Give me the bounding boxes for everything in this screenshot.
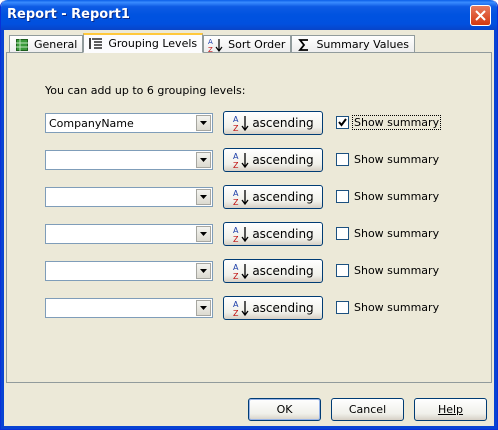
sort-direction-label: ascending — [252, 301, 314, 315]
checkbox-box[interactable] — [336, 301, 349, 314]
report-dialog: Report - Report1 General Grouping Levels… — [0, 0, 498, 430]
chevron-down-icon[interactable] — [196, 115, 211, 131]
window-border-left — [1, 30, 4, 429]
grouping-level-row: CompanyName AZ ascending Show summary — [45, 111, 485, 135]
svg-text:Z: Z — [233, 235, 239, 243]
show-summary-checkbox[interactable]: Show summary — [336, 153, 440, 166]
sigma-icon — [296, 38, 312, 52]
sort-direction-button[interactable]: AZ ascending — [223, 185, 323, 209]
show-summary-label: Show summary — [354, 227, 440, 240]
sort-direction-button[interactable]: AZ ascending — [223, 111, 323, 135]
help-button-label: Help — [437, 403, 464, 416]
svg-text:A: A — [233, 189, 239, 198]
chevron-down-icon[interactable] — [196, 263, 211, 279]
show-summary-label: Show summary — [354, 153, 440, 166]
checkmark-icon — [338, 118, 347, 127]
svg-text:Z: Z — [233, 198, 239, 206]
grouping-level-row: AZ ascending Show summary — [45, 222, 485, 246]
grouping-level-row: AZ ascending Show summary — [45, 185, 485, 209]
grouping-field-value: CompanyName — [49, 117, 134, 130]
sort-direction-button[interactable]: AZ ascending — [223, 259, 323, 283]
show-summary-checkbox[interactable]: Show summary — [336, 264, 440, 277]
chevron-down-icon[interactable] — [196, 300, 211, 316]
tab-summary-values-label: Summary Values — [316, 38, 410, 51]
sort-direction-label: ascending — [252, 190, 314, 204]
table-icon — [14, 38, 30, 52]
close-icon — [475, 10, 486, 21]
grouping-icon — [88, 37, 104, 51]
tab-sort-order-label: Sort Order — [228, 38, 286, 51]
grouping-field-combo[interactable]: CompanyName — [45, 113, 213, 133]
window-border-right — [494, 30, 497, 429]
grouping-field-combo[interactable] — [45, 261, 213, 281]
grouping-field-combo[interactable] — [45, 150, 213, 170]
chevron-down-icon[interactable] — [196, 189, 211, 205]
sort-direction-button[interactable]: AZ ascending — [223, 222, 323, 246]
show-summary-label: Show summary — [354, 190, 440, 203]
show-summary-checkbox[interactable]: Show summary — [336, 301, 440, 314]
grouping-level-row: AZ ascending Show summary — [45, 296, 485, 320]
sort-az-icon: AZ — [233, 263, 249, 280]
svg-text:Z: Z — [233, 124, 239, 132]
sort-direction-button[interactable]: AZ ascending — [223, 148, 323, 172]
show-summary-checkbox[interactable]: Show summary — [336, 227, 440, 240]
ok-button[interactable]: OK — [248, 398, 321, 421]
checkbox-box[interactable] — [336, 227, 349, 240]
grouping-field-combo[interactable] — [45, 298, 213, 318]
tab-grouping-levels[interactable]: Grouping Levels — [83, 33, 204, 53]
show-summary-label: Show summary — [354, 264, 440, 277]
show-summary-label: Show summary — [354, 301, 440, 314]
tab-general[interactable]: General — [9, 35, 84, 53]
chevron-down-icon[interactable] — [196, 152, 211, 168]
sort-az-icon: AZ — [233, 226, 249, 243]
sort-direction-label: ascending — [252, 227, 314, 241]
grouping-level-row: AZ ascending Show summary — [45, 148, 485, 172]
tab-grouping-levels-label: Grouping Levels — [108, 37, 198, 50]
window-border-bottom — [1, 426, 497, 429]
checkbox-box[interactable] — [336, 116, 349, 129]
svg-text:A: A — [233, 226, 239, 235]
grouping-intro-text: You can add up to 6 grouping levels: — [45, 84, 246, 97]
sort-direction-label: ascending — [252, 116, 314, 130]
tab-general-label: General — [34, 38, 78, 51]
sort-az-icon: AZ — [233, 300, 249, 317]
close-button[interactable] — [470, 5, 491, 26]
svg-text:A: A — [233, 300, 239, 309]
sort-az-icon: AZ — [208, 38, 224, 53]
checkbox-box[interactable] — [336, 264, 349, 277]
title-bar[interactable]: Report - Report1 — [1, 0, 497, 30]
window-title: Report - Report1 — [7, 7, 130, 22]
sort-direction-label: ascending — [252, 264, 314, 278]
show-summary-checkbox[interactable]: Show summary — [336, 115, 442, 130]
tab-strip: General Grouping Levels AZ Sort Order Su… — [9, 33, 416, 53]
cancel-button[interactable]: Cancel — [331, 398, 404, 421]
grouping-level-row: AZ ascending Show summary — [45, 259, 485, 283]
checkbox-box[interactable] — [336, 153, 349, 166]
sort-az-icon: AZ — [233, 189, 249, 206]
svg-text:A: A — [233, 152, 239, 161]
sort-direction-button[interactable]: AZ ascending — [223, 296, 323, 320]
chevron-down-icon[interactable] — [196, 226, 211, 242]
tab-sort-order[interactable]: AZ Sort Order — [203, 35, 292, 53]
grouping-field-combo[interactable] — [45, 224, 213, 244]
show-summary-label: Show summary — [351, 115, 442, 130]
svg-text:Z: Z — [233, 309, 239, 317]
svg-text:A: A — [233, 115, 239, 124]
svg-text:A: A — [233, 263, 239, 272]
sort-direction-label: ascending — [252, 153, 314, 167]
sort-az-icon: AZ — [233, 115, 249, 132]
svg-text:A: A — [208, 38, 213, 46]
svg-text:Z: Z — [233, 161, 239, 169]
show-summary-checkbox[interactable]: Show summary — [336, 190, 440, 203]
sort-az-icon: AZ — [233, 152, 249, 169]
help-button[interactable]: Help — [414, 398, 487, 421]
grouping-field-combo[interactable] — [45, 187, 213, 207]
grouping-levels-panel: You can add up to 6 grouping levels: Com… — [6, 52, 492, 383]
svg-text:Z: Z — [233, 272, 239, 280]
checkbox-box[interactable] — [336, 190, 349, 203]
tab-summary-values[interactable]: Summary Values — [291, 35, 416, 53]
